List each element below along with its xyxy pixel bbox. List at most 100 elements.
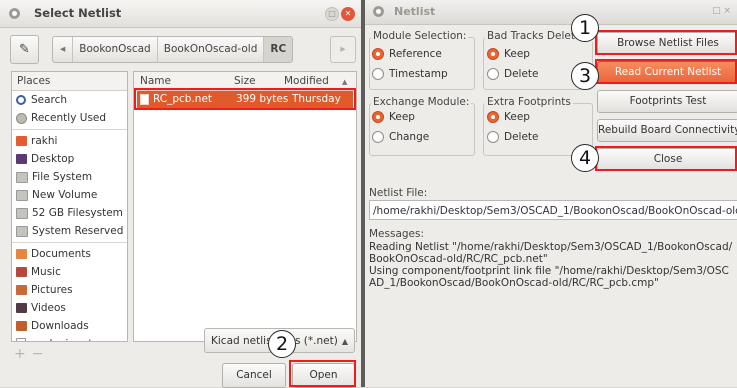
remove-bookmark-icon[interactable]: − bbox=[32, 346, 50, 362]
place-label: 52 GB Filesystem bbox=[32, 207, 123, 219]
place-downloads[interactable]: Downloads bbox=[12, 317, 127, 335]
divider bbox=[12, 242, 127, 243]
netlist-file-field[interactable]: /home/rakhi/Desktop/Sem3/OSCAD_1/BookonO… bbox=[369, 200, 737, 220]
exchange-module-label: Exchange Module: bbox=[371, 96, 472, 108]
radio-off-icon bbox=[372, 131, 384, 143]
radio-on-icon bbox=[372, 48, 384, 60]
close-icon[interactable]: ✕ bbox=[341, 7, 355, 21]
chevron-right-icon[interactable]: ▸ bbox=[330, 36, 356, 63]
place-desktop[interactable]: Desktop bbox=[12, 150, 127, 168]
annotation-highlight-file bbox=[134, 88, 356, 110]
recent-icon bbox=[16, 112, 27, 124]
radio-off-icon bbox=[487, 68, 499, 80]
drive-icon bbox=[16, 207, 28, 219]
file-icon bbox=[16, 338, 26, 341]
type-location-button[interactable]: ✎ bbox=[10, 35, 39, 64]
title-bar: Netlist □ × bbox=[365, 0, 737, 25]
step-marker-2: 2 bbox=[268, 330, 296, 358]
add-bookmark-icon[interactable]: + bbox=[14, 346, 32, 362]
dialog-title: Netlist bbox=[394, 5, 436, 18]
place-system-reserved[interactable]: System Reserved bbox=[12, 222, 127, 240]
radio-delete-footprints[interactable]: Delete bbox=[487, 131, 539, 143]
radio-label: Keep bbox=[504, 48, 530, 60]
breadcrumb-item[interactable]: BookOnOscad-old bbox=[158, 37, 265, 62]
file-list: Name Size Modified ▲ RC_pcb.net 399 byte… bbox=[133, 71, 357, 342]
module-selection-group bbox=[369, 37, 475, 90]
annotation-highlight-browse bbox=[595, 30, 737, 55]
place-music[interactable]: Music bbox=[12, 263, 127, 281]
place-search[interactable]: Search bbox=[12, 91, 127, 109]
breadcrumb-item[interactable]: BookonOscad bbox=[73, 37, 158, 62]
radio-label: Reference bbox=[389, 48, 442, 60]
module-selection-label: Module Selection: bbox=[371, 30, 469, 42]
rebuild-board-connectivity-button[interactable]: Rebuild Board Connectivity bbox=[597, 119, 737, 142]
pictures-folder-icon bbox=[16, 285, 27, 295]
radio-label: Delete bbox=[504, 68, 539, 80]
drive-icon bbox=[16, 189, 28, 201]
message-line: Using component/footprint link file "/ho… bbox=[369, 265, 729, 289]
place-file-system[interactable]: File System bbox=[12, 168, 127, 186]
cancel-button[interactable]: Cancel bbox=[222, 363, 286, 388]
radio-delete-tracks[interactable]: Delete bbox=[487, 68, 539, 80]
place-label: Search bbox=[31, 94, 68, 106]
select-netlist-dialog: Select Netlist □ ✕ ✎ ◂ BookonOscad BookO… bbox=[0, 0, 361, 388]
place-videos[interactable]: Videos bbox=[12, 299, 127, 317]
annotation-highlight-open bbox=[289, 360, 356, 387]
annotation-highlight-read bbox=[595, 59, 737, 84]
place-label: Downloads bbox=[31, 320, 89, 332]
path-bar: ✎ ◂ BookonOscad BookOnOscad-old RC ▸ bbox=[0, 27, 361, 71]
add-remove-bookmark: +− bbox=[14, 346, 49, 362]
place-label: File System bbox=[32, 171, 93, 183]
place-recently-used[interactable]: Recently Used bbox=[12, 109, 127, 127]
maximize-close-icons[interactable]: □ × bbox=[712, 6, 731, 16]
place-analoginput[interactable]: analoginput_ou bbox=[12, 335, 127, 341]
place-label: analoginput_ou bbox=[30, 335, 111, 341]
place-label: System Reserved bbox=[32, 225, 124, 237]
netlist-file-label: Netlist File: bbox=[369, 187, 428, 199]
window-menu-icon[interactable] bbox=[9, 8, 20, 19]
step-marker-3: 3 bbox=[571, 62, 599, 90]
message-line: Reading Netlist "/home/rakhi/Desktop/Sem… bbox=[369, 241, 733, 265]
radio-off-icon bbox=[487, 131, 499, 143]
radio-on-icon bbox=[487, 111, 499, 123]
radio-label: Keep bbox=[389, 111, 415, 123]
breadcrumb-item-current[interactable]: RC bbox=[264, 37, 293, 62]
place-label: rakhi bbox=[31, 135, 58, 147]
place-home[interactable]: rakhi bbox=[12, 132, 127, 150]
place-label: New Volume bbox=[32, 189, 98, 201]
place-52gb-filesystem[interactable]: 52 GB Filesystem bbox=[12, 204, 127, 222]
radio-keep-tracks[interactable]: Keep bbox=[487, 48, 530, 60]
radio-label: Keep bbox=[504, 111, 530, 123]
radio-change-module[interactable]: Change bbox=[372, 131, 429, 143]
radio-reference[interactable]: Reference bbox=[372, 48, 442, 60]
places-panel: Places Search Recently Used rakhi Deskto… bbox=[11, 71, 128, 342]
radio-label: Change bbox=[389, 131, 430, 143]
place-label: Music bbox=[31, 266, 61, 278]
drive-icon bbox=[16, 225, 28, 237]
music-folder-icon bbox=[16, 267, 27, 277]
radio-timestamp[interactable]: Timestamp bbox=[372, 68, 448, 80]
places-header: Places bbox=[12, 72, 127, 91]
title-bar: Select Netlist □ ✕ bbox=[0, 0, 361, 28]
place-pictures[interactable]: Pictures bbox=[12, 281, 127, 299]
chevron-left-icon[interactable]: ◂ bbox=[53, 37, 74, 62]
step-marker-4: 4 bbox=[571, 144, 599, 172]
place-documents[interactable]: Documents bbox=[12, 245, 127, 263]
annotation-highlight-close bbox=[595, 146, 737, 171]
radio-keep-footprints[interactable]: Keep bbox=[487, 111, 530, 123]
step-marker-1: 1 bbox=[571, 14, 599, 42]
videos-folder-icon bbox=[16, 303, 27, 313]
drive-icon bbox=[16, 171, 28, 183]
footprints-test-button[interactable]: Footprints Test bbox=[597, 90, 737, 113]
radio-on-icon bbox=[487, 48, 499, 60]
window-menu-icon[interactable] bbox=[373, 6, 384, 17]
place-label: Documents bbox=[31, 248, 91, 260]
place-new-volume[interactable]: New Volume bbox=[12, 186, 127, 204]
radio-label: Timestamp bbox=[389, 68, 448, 80]
maximize-icon[interactable]: □ bbox=[325, 7, 339, 21]
netlist-dialog: Netlist □ × Module Selection: Reference … bbox=[365, 0, 737, 387]
radio-keep-module[interactable]: Keep bbox=[372, 111, 415, 123]
breadcrumb: ◂ BookonOscad BookOnOscad-old RC bbox=[52, 36, 294, 63]
desktop-icon bbox=[16, 154, 27, 164]
extra-footprints-label: Extra Footprints bbox=[485, 96, 573, 108]
